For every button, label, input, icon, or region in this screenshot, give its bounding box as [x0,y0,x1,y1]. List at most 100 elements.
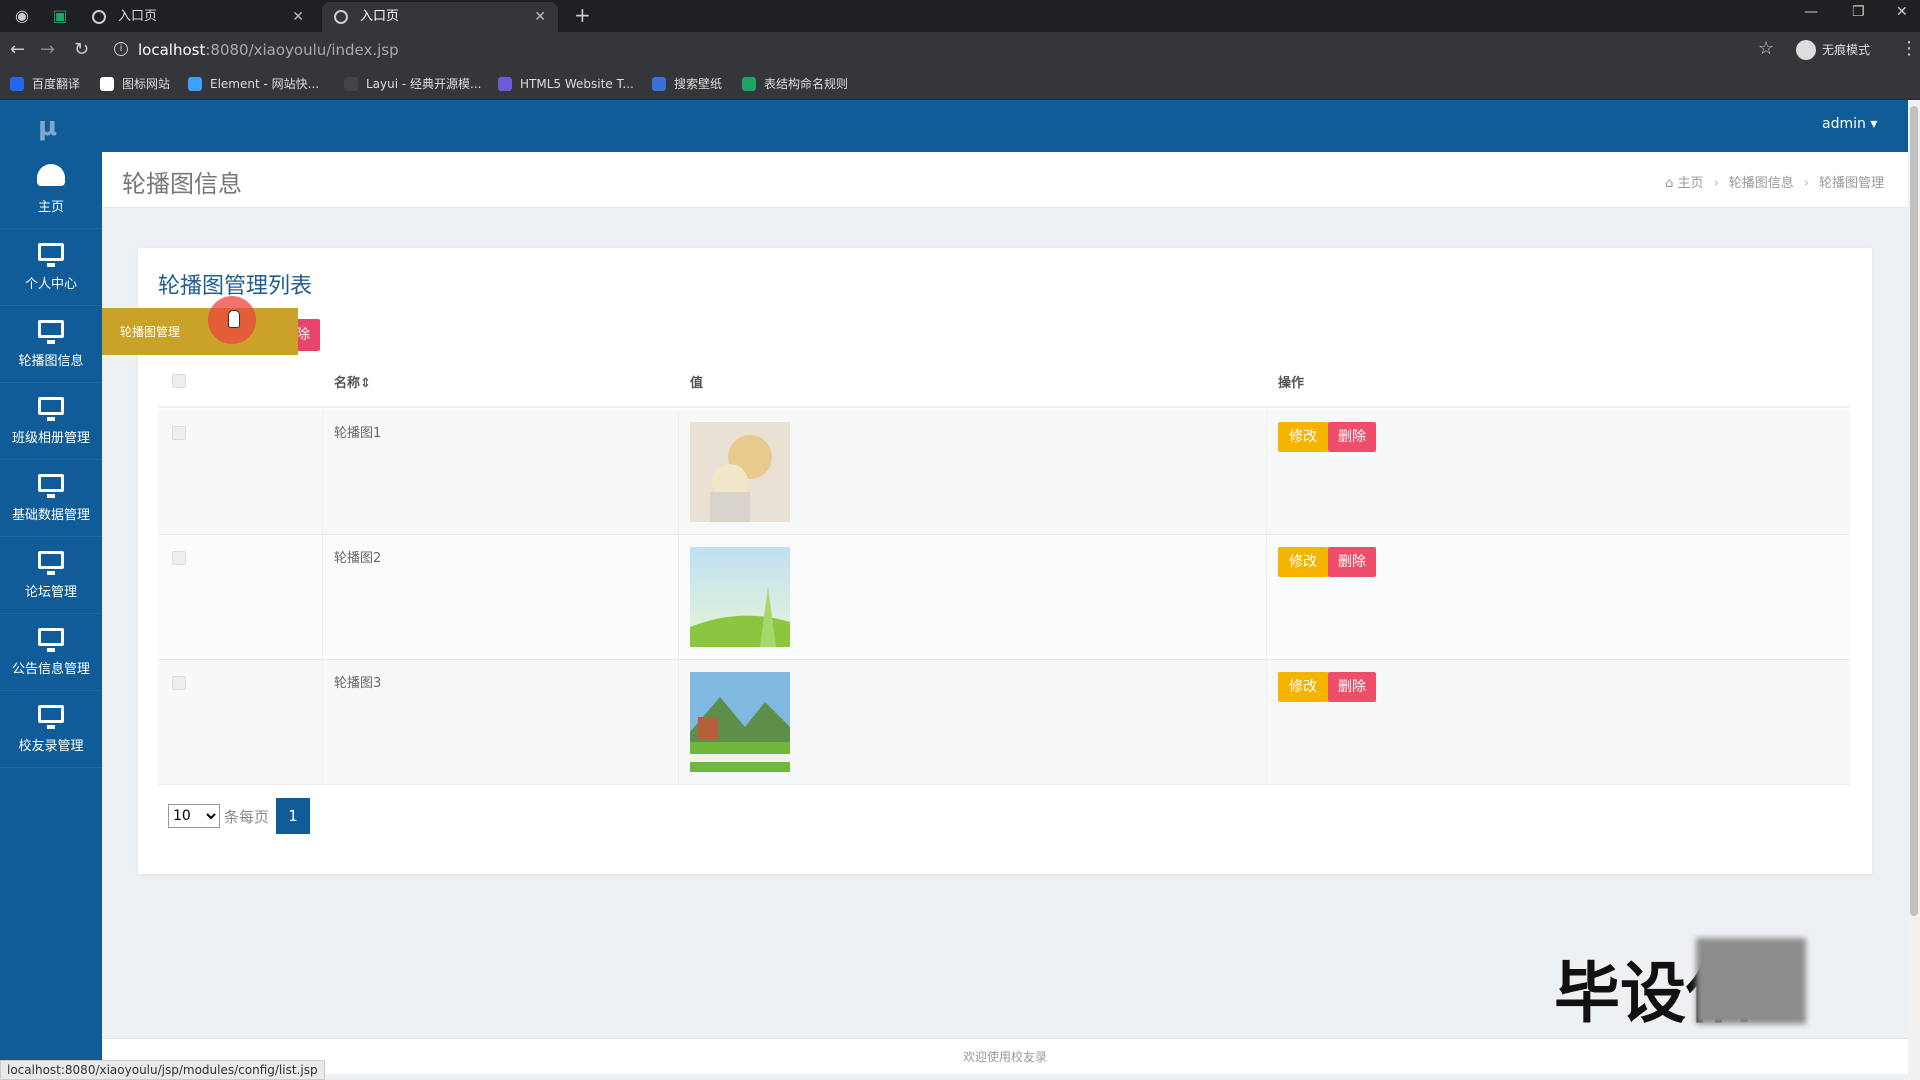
bookmark-item[interactable]: 搜索壁纸 [652,76,722,92]
dashboard-icon [37,164,65,186]
table-header [158,360,1850,408]
sidebar-item-label: 公告信息管理 [11,662,90,677]
footer: 欢迎使用校友录 [102,1038,1908,1074]
row-checkbox[interactable] [172,426,186,440]
reload-icon[interactable]: ↻ [74,40,89,60]
more-menu-icon[interactable]: ⋮ [1900,38,1918,59]
window-close-icon[interactable]: ✕ [1896,4,1908,20]
page-scrollbar[interactable] [1908,100,1920,1080]
sidebar-item-label: 校友录管理 [18,739,84,754]
info-icon[interactable]: i [114,42,128,56]
delete-button[interactable]: 删除 [1328,422,1376,452]
bookmark-item[interactable]: Element - 网站快... [188,76,319,92]
user-menu[interactable]: admin ▾ [1822,116,1877,132]
bookmark-item[interactable]: HTML5 Website T... [498,76,634,92]
row-checkbox[interactable] [172,551,186,565]
tab-entry-2[interactable]: 入口页 ✕ [322,2,558,32]
row-name: 轮播图1 [334,426,382,441]
globe-icon [92,10,106,24]
edit-button[interactable]: 修改 [1278,547,1328,577]
monitor-icon [38,243,64,267]
table-row: 轮播图3 修改 删除 [158,660,1850,785]
table-row: 轮播图2 修改 删除 [158,535,1850,660]
table-row: 轮播图1 修改 删除 [158,410,1850,535]
sidebar-item-label: 基础数据管理 [11,508,90,523]
minimize-icon[interactable]: — [1804,4,1818,20]
forward-icon[interactable]: → [40,40,55,60]
delete-button[interactable]: 删除 [1328,672,1376,702]
app-logo: μ [38,112,58,142]
breadcrumb-home[interactable]: 主页 [1678,176,1704,191]
bookmark-icon [10,77,24,91]
submenu-label: 轮播图管理 [120,325,181,339]
delete-button[interactable]: 删除 [1328,547,1376,577]
edit-button[interactable]: 修改 [1278,672,1328,702]
monitor-icon [38,397,64,421]
page-header: 轮播图信息 ⌂ 主页 › 轮播图信息 › 轮播图管理 [102,152,1908,208]
sidebar: 主页 个人中心 轮播图信息 班级相册管理 基础数据管理 论坛管理 公告信息管理 … [0,152,102,1060]
sidebar-item-carousel[interactable]: 轮播图信息 [0,306,102,383]
bookmark-icon [188,77,202,91]
breadcrumb-current: 轮播图管理 [1818,176,1884,191]
sheet-icon[interactable]: ▣ [50,6,70,26]
breadcrumb: ⌂ 主页 › 轮播图信息 › 轮播图管理 [1665,176,1884,191]
sidebar-item-home[interactable]: 主页 [0,152,102,229]
sidebar-item-notices[interactable]: 公告信息管理 [0,614,102,691]
incognito-label: 无痕模式 [1822,43,1871,57]
globe-icon [334,10,348,24]
url-input[interactable]: i localhost:8080/xiaoyoulu/index.jsp [110,38,1750,62]
carousel-thumbnail [690,422,790,522]
breadcrumb-section[interactable]: 轮播图信息 [1729,176,1794,191]
incognito-icon [1796,40,1816,60]
bookmark-icon [498,77,512,91]
carousel-thumbnail [690,672,790,772]
watermark-blur [1696,938,1806,1024]
bookmark-icon [742,77,756,91]
browser-tab-bar: ◉ ▣ 入口页 ✕ 入口页 ✕ + — ❐ ✕ [0,0,1920,32]
bookmark-icon [344,77,358,91]
url-path: :8080/xiaoyoulu/index.jsp [205,41,399,59]
restore-icon[interactable]: ❐ [1852,4,1865,20]
bookmark-item[interactable]: 百度翻译 [10,76,80,92]
monitor-icon [38,628,64,652]
incognito-indicator[interactable]: 无痕模式 [1796,40,1870,60]
card-title: 轮播图管理列表 [158,274,313,299]
column-header-value: 值 [690,376,704,391]
bookmark-icon [652,77,666,91]
close-icon[interactable]: ✕ [534,2,546,32]
new-tab-icon[interactable]: + [574,3,591,27]
home-icon: ⌂ [1665,176,1678,191]
select-all-checkbox[interactable] [172,374,186,388]
row-checkbox[interactable] [172,676,186,690]
address-bar-row: ← → ↻ i localhost:8080/xiaoyoulu/index.j… [0,32,1920,68]
tab-label: 入口页 [118,9,158,24]
bookmark-item[interactable]: 表结构命名规则 [742,76,848,92]
bookmark-item[interactable]: Layui - 经典开源模... [344,76,481,92]
sidebar-item-base-data[interactable]: 基础数据管理 [0,460,102,537]
page-title: 轮播图信息 [122,170,242,198]
close-icon[interactable]: ✕ [292,2,304,32]
monitor-icon [38,551,64,575]
back-icon[interactable]: ← [10,40,25,60]
column-header-actions: 操作 [1278,376,1305,391]
bookmark-star-icon[interactable]: ☆ [1758,38,1774,59]
sidebar-item-alumni[interactable]: 校友录管理 [0,691,102,768]
sidebar-item-label: 论坛管理 [24,585,77,600]
bookmark-item[interactable]: 图标网站 [100,76,170,92]
monitor-icon [38,320,64,344]
chrome-menu-icon[interactable]: ◉ [12,6,32,26]
tab-entry-1[interactable]: 入口页 ✕ [80,2,316,32]
hand-cursor-icon [228,310,240,328]
page-number-button[interactable]: 1 [276,798,310,834]
scroll-thumb[interactable] [1910,106,1918,916]
column-header-name[interactable]: 名称⇕ [322,360,371,408]
submenu-carousel-management[interactable]: 轮播图管理 [102,308,298,355]
sidebar-item-forum[interactable]: 论坛管理 [0,537,102,614]
sidebar-item-class-album[interactable]: 班级相册管理 [0,383,102,460]
page-size-select[interactable]: 10 [168,804,220,828]
edit-button[interactable]: 修改 [1278,422,1328,452]
sidebar-item-profile[interactable]: 个人中心 [0,229,102,306]
tab-label: 入口页 [360,9,400,24]
list-card: 轮播图管理列表 除 名称⇕ 值 操作 轮播图1 修改 删除 轮播图2 修改 删除… [138,248,1872,874]
status-url: localhost:8080/xiaoyoulu/jsp/modules/con… [0,1060,325,1080]
